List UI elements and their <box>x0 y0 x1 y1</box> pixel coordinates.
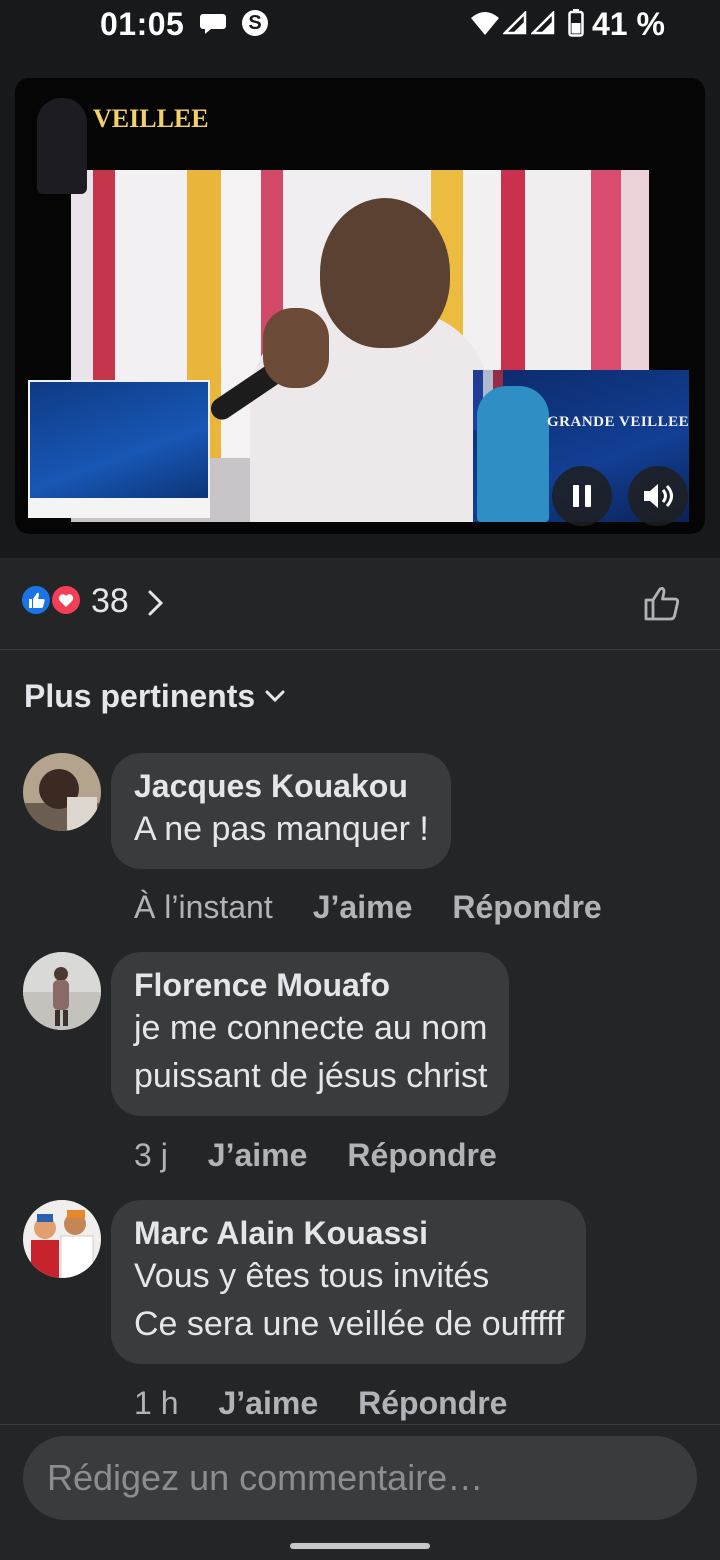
video-player[interactable]: VEILLEE GRANDE VEILLEE <box>15 78 705 534</box>
wifi-icon <box>471 12 499 35</box>
pause-button[interactable] <box>552 466 612 526</box>
chevron-right-icon <box>148 590 164 616</box>
flyer-left-title: VEILLEE <box>93 104 209 133</box>
comment-bubble: Florence Mouafo je me connecte au nom pu… <box>111 952 510 1116</box>
comment-text: Vous y êtes tous invités Ce sera une vei… <box>134 1257 565 1343</box>
comment-reply-button[interactable]: Répondre <box>358 1385 507 1422</box>
status-time: 01:05 <box>100 6 185 42</box>
comment-author[interactable]: Florence Mouafo <box>134 966 487 1004</box>
avatar[interactable] <box>23 753 101 831</box>
battery-percentage: 41 % <box>592 6 665 42</box>
love-reaction-icon <box>50 584 82 616</box>
comment-reply-button[interactable]: Répondre <box>452 889 601 926</box>
signal-icon <box>531 11 555 35</box>
volume-icon <box>644 484 673 508</box>
divider <box>0 649 720 650</box>
comment-author[interactable]: Jacques Kouakou <box>134 767 429 805</box>
like-reaction-icon <box>20 584 52 616</box>
volume-button[interactable] <box>628 466 688 526</box>
pause-icon <box>573 485 591 507</box>
comment-time: À l’instant <box>134 889 273 925</box>
battery-icon <box>568 9 584 37</box>
sort-label: Plus pertinents <box>24 677 256 714</box>
flyer-left-footer <box>28 498 210 518</box>
screen: 01:05 S 41 % VEILLEE GRANDE VEILLEE 38 P… <box>0 0 720 1560</box>
comment-like-button[interactable]: J’aime <box>208 1137 308 1174</box>
chevron-down-icon <box>265 690 285 703</box>
flyer-left-person <box>37 98 87 194</box>
avatar[interactable] <box>23 1200 101 1278</box>
comment-text: je me connecte au nom puissant de jésus … <box>134 1009 488 1095</box>
comment-bubble: Jacques Kouakou A ne pas manquer ! <box>111 753 451 869</box>
comment-reply-button[interactable]: Répondre <box>347 1137 496 1174</box>
thumbs-up-outline-icon[interactable] <box>642 584 682 622</box>
comment-time: 3 j <box>134 1137 168 1173</box>
comment-time: 1 h <box>134 1385 179 1421</box>
comment-author[interactable]: Marc Alain Kouassi <box>134 1214 564 1252</box>
comment-like-button[interactable]: J’aime <box>218 1385 318 1422</box>
comment-actions: 1 h J’aime Répondre <box>134 1385 547 1422</box>
video-speaker-head <box>320 198 450 348</box>
comment-actions: 3 j J’aime Répondre <box>134 1137 537 1174</box>
signal-icon <box>503 11 527 35</box>
comment-bubble: Marc Alain Kouassi Vous y êtes tous invi… <box>111 1200 587 1364</box>
navigation-handle[interactable] <box>290 1543 430 1549</box>
comment-input[interactable] <box>23 1436 697 1520</box>
avatar[interactable] <box>23 952 101 1030</box>
status-bar: 01:05 S 41 % <box>0 0 720 52</box>
comment-like-button[interactable]: J’aime <box>313 889 413 926</box>
comment-sort-dropdown[interactable]: Plus pertinents <box>24 676 285 716</box>
video-speaker-hand <box>263 308 329 388</box>
comment-actions: À l’instant J’aime Répondre <box>134 889 642 926</box>
chat-bubble-icon <box>200 14 226 34</box>
s-app-icon: S <box>242 10 268 36</box>
flyer-right-person <box>477 386 549 522</box>
reaction-count: 38 <box>91 582 129 620</box>
flyer-right-title: GRANDE VEILLEE <box>547 414 690 430</box>
comment-text: A ne pas manquer ! <box>134 810 429 848</box>
